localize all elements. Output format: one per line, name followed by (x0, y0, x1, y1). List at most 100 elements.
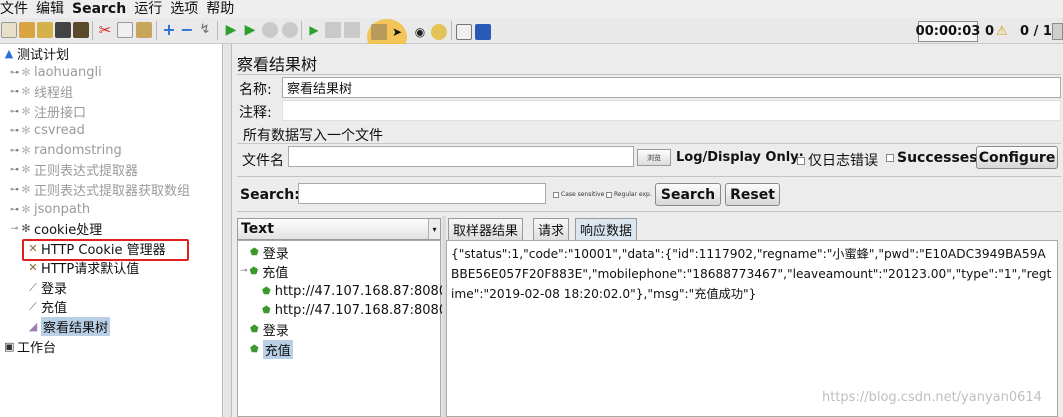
tree-expand-icon[interactable]: ⊶ (10, 126, 19, 136)
tab-request[interactable]: 请求 (533, 218, 570, 240)
tree-expand-icon[interactable]: ⊶ (10, 107, 19, 117)
tree-node-regex-extractor[interactable]: ⊶ ✻ 正则表达式提取器 (10, 160, 138, 180)
result-node-login[interactable]: ⬟ 登录 (250, 243, 289, 262)
renderer-select[interactable]: Text ▾ (237, 218, 441, 240)
comment-field[interactable] (282, 100, 1061, 121)
configure-button[interactable]: Configure (976, 146, 1058, 169)
menu-file[interactable]: 文件 (0, 1, 33, 17)
regular-exp-label: Regular exp. (614, 191, 652, 198)
search-button[interactable]: Search (655, 183, 721, 206)
save-icon[interactable] (55, 22, 71, 38)
tree-node-view-results-tree[interactable]: ◢ 察看结果树 (28, 317, 111, 336)
menu-help[interactable]: 帮助 (206, 1, 239, 17)
name-field[interactable]: 察看结果树 (282, 77, 1061, 98)
expand-icon[interactable]: + (161, 22, 177, 38)
start-icon[interactable]: ▶ (223, 22, 239, 38)
tree-node-register[interactable]: ⊶ ✻ 注册接口 (10, 102, 86, 122)
tree-node-regex-extractor-array[interactable]: ⊶ ✻ 正则表达式提取器获取数组 (10, 180, 190, 200)
case-sensitive-checkbox[interactable]: Case sensitive (553, 191, 604, 198)
tree-node-workbench[interactable]: ▣ 工作台 (4, 337, 56, 357)
function-helper-icon[interactable] (456, 24, 472, 40)
gear-icon: ✻ (21, 104, 31, 118)
filename-label: 文件名 (242, 153, 284, 169)
tree-node-cookie[interactable]: ⊸ ✻ cookie处理 (10, 219, 102, 239)
tree-collapse-icon[interactable]: ⊸ (10, 224, 19, 234)
tree-node-jsonpath[interactable]: ⊶ ✻ jsonpath (10, 200, 90, 219)
tab-sampler-result[interactable]: 取样器结果 (448, 218, 524, 240)
tree-node-csvread[interactable]: ⊶ ✻ csvread (10, 121, 85, 140)
tree-expand-icon[interactable]: ⊶ (10, 185, 19, 195)
tree-expand-icon[interactable]: ⊶ (10, 205, 19, 215)
reset-search-icon[interactable] (431, 24, 447, 40)
result-node-recharge-2[interactable]: ⬟ 充值 (250, 339, 293, 359)
help-icon[interactable] (475, 24, 491, 40)
successes-checkbox-box[interactable] (886, 154, 894, 162)
remote-exit-icon[interactable] (344, 22, 360, 38)
search-label: Search: (240, 187, 300, 203)
tree-node-http-defaults[interactable]: ✕ HTTP请求默认值 (28, 258, 139, 278)
remote-stop-icon[interactable] (325, 22, 341, 38)
menu-run[interactable]: 运行 (134, 1, 167, 17)
tree-expand-icon[interactable]: ⊶ (10, 165, 19, 175)
paste-icon[interactable] (136, 22, 152, 38)
errors-only-checkbox[interactable]: 仅日志错误 (797, 150, 878, 170)
filename-input[interactable] (288, 146, 634, 167)
tree-splitter[interactable] (224, 44, 232, 417)
collapse-icon[interactable]: − (179, 22, 195, 38)
tree-expand-icon[interactable]: ⊶ (10, 146, 19, 156)
remote-start-icon[interactable]: ▶ (306, 22, 322, 38)
regular-exp-checkbox[interactable]: Regular exp. (606, 191, 652, 198)
case-sensitive-label: Case sensitive (561, 191, 605, 198)
tree-expand-icon[interactable]: ⊶ (10, 87, 19, 97)
copy-icon[interactable] (117, 22, 133, 38)
divider (237, 211, 1061, 212)
menu-search[interactable]: Search (72, 1, 131, 17)
result-node-login-2[interactable]: ⬟ 登录 (250, 320, 289, 339)
menu-options[interactable]: 选项 (170, 1, 203, 17)
tree-node-randomstring[interactable]: ⊶ ✻ randomstring (10, 141, 122, 160)
file-section-title: 所有数据写入一个文件 (243, 128, 383, 144)
wrench-icon: ✕ (28, 260, 38, 274)
success-shield-icon: ⬟ (250, 246, 259, 258)
tree-node-test-plan[interactable]: ▲ 测试计划 (4, 44, 69, 64)
result-subnode-url-2[interactable]: ⬟ http://47.107.168.87:8080/ (262, 301, 451, 319)
success-shield-icon: ⬟ (249, 265, 259, 277)
warning-count[interactable]: 0 ⚠ (985, 21, 1008, 42)
toggle-icon[interactable]: ↯ (197, 22, 213, 38)
tab-response-data[interactable]: 响应数据 (575, 218, 638, 240)
gear-icon: ✻ (21, 182, 31, 196)
cut-icon[interactable]: ✂ (97, 22, 113, 38)
regular-exp-checkbox-box[interactable] (606, 191, 612, 198)
tree-collapse-icon[interactable]: ⊸ (240, 266, 248, 276)
divider (237, 74, 1061, 75)
templates-icon[interactable] (19, 22, 35, 38)
reset-button[interactable]: Reset (725, 183, 780, 206)
shutdown-icon[interactable] (282, 22, 298, 38)
case-sensitive-checkbox-box[interactable] (553, 191, 559, 198)
save-as-icon[interactable] (73, 22, 89, 38)
stop-icon[interactable] (262, 22, 278, 38)
toolbar-separator (156, 21, 157, 40)
tree-node-login[interactable]: ⟋ 登录 (28, 278, 67, 298)
gear-icon: ✻ (21, 202, 31, 216)
listener-icon: ◢ (28, 319, 38, 333)
clear-icon[interactable] (371, 24, 387, 40)
tree-expand-icon[interactable]: ⊶ (10, 68, 19, 78)
tree-node-recharge[interactable]: ⟋ 充值 (28, 297, 67, 317)
page-title: 察看结果树 (237, 55, 318, 74)
result-node-recharge[interactable]: ⊸ ⬟ 充值 (240, 262, 288, 281)
start-no-pause-icon[interactable]: ▶ (242, 22, 258, 38)
tree-node-thread-group[interactable]: ⊶ ✻ 线程组 (10, 82, 73, 102)
errors-only-checkbox-box[interactable] (797, 157, 805, 165)
open-icon[interactable] (37, 22, 53, 38)
success-shield-icon: ⬟ (250, 343, 259, 355)
chevron-down-icon[interactable]: ▾ (428, 219, 440, 239)
successes-checkbox[interactable]: Successes (886, 150, 978, 166)
menu-edit[interactable]: 编辑 (36, 1, 69, 17)
browse-button[interactable]: 浏览 (637, 149, 671, 166)
tree-node-laohuangli[interactable]: ⊶ ✻ laohuangli (10, 63, 102, 82)
new-icon[interactable] (1, 22, 17, 38)
search-input[interactable] (298, 183, 546, 204)
binoculars-icon[interactable]: ◉ (412, 24, 428, 40)
result-subnode-url-1[interactable]: ⬟ http://47.107.168.87:8080/ (262, 282, 451, 300)
